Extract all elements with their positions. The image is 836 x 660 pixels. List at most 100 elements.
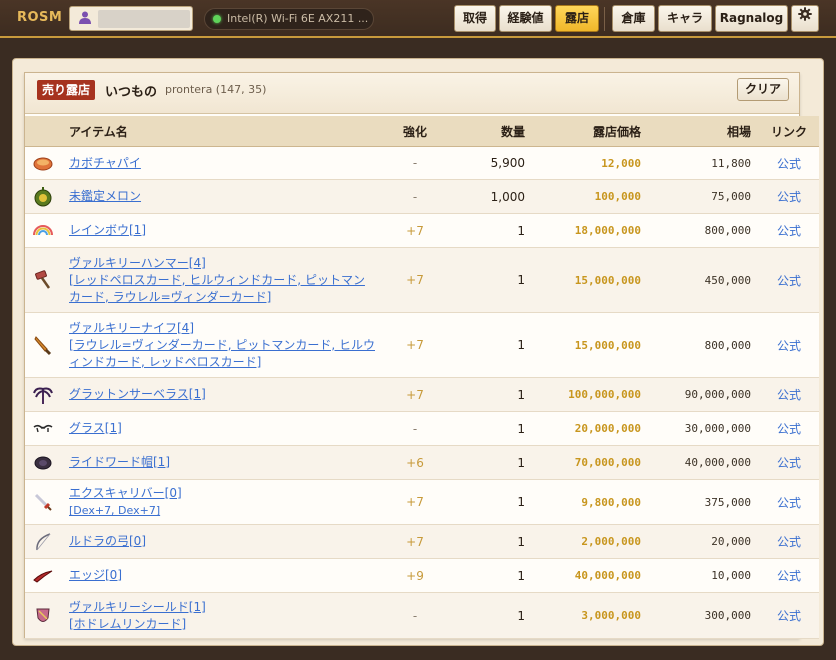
official-link[interactable]: 公式 <box>777 609 801 623</box>
item-market-price: 10,000 <box>649 558 759 593</box>
item-link-cell: 公式 <box>759 411 819 446</box>
item-market-price: 20,000 <box>649 524 759 559</box>
item-icon-cell <box>25 312 61 378</box>
item-market-price: 11,800 <box>649 146 759 180</box>
item-name-link[interactable]: 未鑑定メロン <box>69 189 141 203</box>
vending-button[interactable]: 露店 <box>555 5 599 32</box>
vending-shop-panel: 売り露店 いつもの prontera (147, 35) クリア アイテム名 強… <box>24 72 819 639</box>
item-quantity: 1 <box>447 592 533 639</box>
item-link-cell: 公式 <box>759 592 819 639</box>
item-market-price: 40,000,000 <box>649 445 759 480</box>
item-vending-price: 2,000,000 <box>533 524 649 559</box>
settings-button[interactable] <box>791 5 819 32</box>
item-vending-price: 100,000 <box>533 179 649 214</box>
item-name-link[interactable]: ライドワード帽[1] <box>69 455 170 469</box>
item-name-link[interactable]: レインボウ[1] <box>69 223 146 237</box>
toolbar-divider <box>604 7 605 31</box>
table-row: レインボウ[1] +7 1 18,000,000 800,000 公式 <box>25 213 819 248</box>
official-link[interactable]: 公式 <box>777 339 801 353</box>
ragnalog-button[interactable]: Ragnalog <box>715 5 788 32</box>
user-name-redacted <box>98 10 190 28</box>
item-enhance: +7 <box>383 377 447 412</box>
item-link-cell: 公式 <box>759 558 819 593</box>
official-link[interactable]: 公式 <box>777 157 801 171</box>
table-row: グラットンサーベラス[1] +7 1 100,000,000 90,000,00… <box>25 377 819 412</box>
item-enhance: - <box>383 146 447 180</box>
item-icon-cell <box>25 558 61 593</box>
official-link[interactable]: 公式 <box>777 224 801 238</box>
official-link[interactable]: 公式 <box>777 388 801 402</box>
app-logo: ROSM <box>17 10 63 25</box>
character-button[interactable]: キャラ <box>658 5 712 32</box>
item-cards-link[interactable]: [ホドレムリンカード] <box>69 616 375 633</box>
item-name-cell: 未鑑定メロン <box>61 179 383 214</box>
item-name-cell: レインボウ[1] <box>61 213 383 248</box>
item-name-link[interactable]: エクスキャリバー[0] <box>69 486 182 500</box>
table-header-row: アイテム名 強化 数量 露店価格 相場 リンク <box>25 116 819 147</box>
clear-button[interactable]: クリア <box>737 78 789 101</box>
item-name-cell: ヴァルキリーナイフ[4] [ラウレル=ヴィンダーカード, ピットマンカード, ヒル… <box>61 312 383 378</box>
item-link-cell: 公式 <box>759 179 819 214</box>
item-quantity: 5,900 <box>447 146 533 180</box>
item-link-cell: 公式 <box>759 146 819 180</box>
item-enhance: +9 <box>383 558 447 593</box>
item-icon-cell <box>25 524 61 559</box>
item-enhance: +7 <box>383 247 447 313</box>
shop-name: いつもの <box>105 85 158 100</box>
user-selector[interactable] <box>69 6 193 31</box>
table-row: ライドワード帽[1] +6 1 70,000,000 40,000,000 公式 <box>25 445 819 480</box>
item-quantity: 1 <box>447 479 533 525</box>
item-quantity: 1 <box>447 524 533 559</box>
official-link[interactable]: 公式 <box>777 535 801 549</box>
item-enhance: - <box>383 179 447 214</box>
item-quantity: 1 <box>447 213 533 248</box>
item-enhance: - <box>383 592 447 639</box>
official-link[interactable]: 公式 <box>777 569 801 583</box>
table-row: エクスキャリバー[0] [Dex+7, Dex+7] +7 1 9,800,000… <box>25 479 819 525</box>
item-name-link[interactable]: カボチャパイ <box>69 156 141 170</box>
item-quantity: 1 <box>447 445 533 480</box>
item-vending-price: 20,000,000 <box>533 411 649 446</box>
item-quantity: 1 <box>447 411 533 446</box>
table-row: ルドラの弓[0] +7 1 2,000,000 20,000 公式 <box>25 524 819 559</box>
item-name-cell: ライドワード帽[1] <box>61 445 383 480</box>
item-name-link[interactable]: ヴァルキリーナイフ[4] <box>69 321 194 335</box>
official-link[interactable]: 公式 <box>777 274 801 288</box>
table-row: 未鑑定メロン - 1,000 100,000 75,000 公式 <box>25 179 819 214</box>
item-link-cell: 公式 <box>759 312 819 378</box>
item-name-link[interactable]: ルドラの弓[0] <box>69 534 146 548</box>
quantity-column-header: 数量 <box>447 116 533 147</box>
item-name-link[interactable]: ヴァルキリーハンマー[4] <box>69 256 206 270</box>
item-cards-link[interactable]: [レッドペロスカード, ヒルウィンドカード, ピットマンカード, ラウレル=ヴィ… <box>69 272 375 306</box>
item-enhance: +7 <box>383 213 447 248</box>
item-name-link[interactable]: グラス[1] <box>69 421 122 435</box>
official-link[interactable]: 公式 <box>777 496 801 510</box>
item-name-cell: エッジ[0] <box>61 558 383 593</box>
experience-button[interactable]: 経験値 <box>499 5 552 32</box>
item-market-price: 375,000 <box>649 479 759 525</box>
top-bar: ROSM Intel(R) Wi-Fi 6E AX211 ... 取得 経験値 … <box>0 0 836 38</box>
acquire-button[interactable]: 取得 <box>454 5 496 32</box>
item-name-cell: ヴァルキリーハンマー[4] [レッドペロスカード, ヒルウィンドカード, ピットマ… <box>61 247 383 313</box>
network-status[interactable]: Intel(R) Wi-Fi 6E AX211 ... <box>204 8 374 30</box>
shop-type-badge: 売り露店 <box>37 80 96 100</box>
item-cards-link[interactable]: [Dex+7, Dex+7] <box>69 502 375 519</box>
item-vending-price: 9,800,000 <box>533 479 649 525</box>
item-link-cell: 公式 <box>759 213 819 248</box>
network-adapter-label: Intel(R) Wi-Fi 6E AX211 ... <box>227 12 369 25</box>
item-icon-cell <box>25 146 61 180</box>
item-name-link[interactable]: グラットンサーベラス[1] <box>69 387 206 401</box>
storage-button[interactable]: 倉庫 <box>612 5 655 32</box>
item-icon-cell <box>25 247 61 313</box>
item-market-price: 75,000 <box>649 179 759 214</box>
item-cards-link[interactable]: [ラウレル=ヴィンダーカード, ピットマンカード, ヒルウィンドカード, レッド… <box>69 337 375 371</box>
vending-items-table: アイテム名 強化 数量 露店価格 相場 リンク カボチャパイ - 5,900 1… <box>25 116 819 639</box>
item-name-link[interactable]: ヴァルキリーシールド[1] <box>69 600 206 614</box>
official-link[interactable]: 公式 <box>777 422 801 436</box>
price-column-header: 露店価格 <box>533 116 649 147</box>
item-name-link[interactable]: エッジ[0] <box>69 568 122 582</box>
official-link[interactable]: 公式 <box>777 190 801 204</box>
item-name-cell: ルドラの弓[0] <box>61 524 383 559</box>
item-vending-price: 3,000,000 <box>533 592 649 639</box>
official-link[interactable]: 公式 <box>777 456 801 470</box>
